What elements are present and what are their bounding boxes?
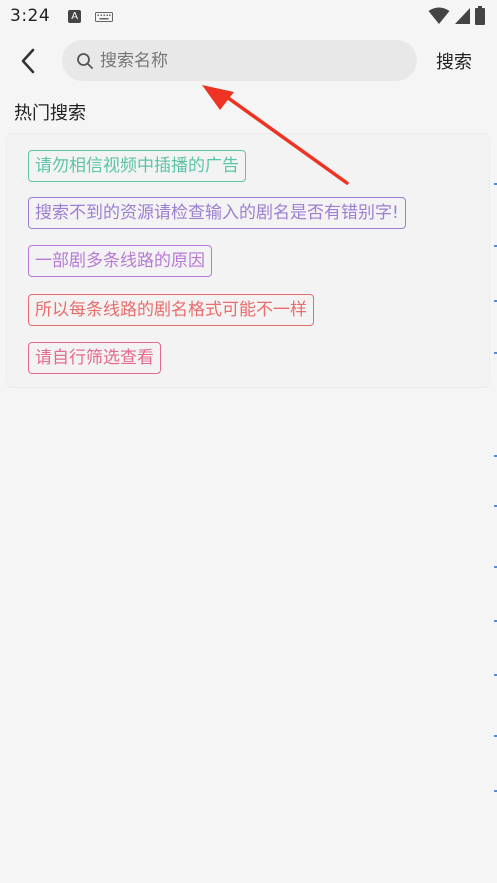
search-button[interactable]: 搜索 (436, 48, 472, 74)
battery-icon (475, 6, 485, 25)
status-time: 3:24 (10, 6, 51, 26)
hot-search-tag[interactable]: 一部剧多条线路的原因 (28, 245, 212, 277)
hot-search-tag[interactable]: 所以每条线路的剧名格式可能不一样 (28, 294, 314, 326)
status-indicators (428, 6, 485, 25)
hot-search-tag[interactable]: 搜索不到的资源请检查输入的剧名是否有错别字! (28, 197, 406, 229)
back-button[interactable] (12, 44, 44, 78)
hot-search-tag[interactable]: 请勿相信视频中插播的广告 (28, 150, 246, 182)
signal-icon (455, 7, 470, 24)
chevron-left-icon (21, 48, 35, 74)
app-notification-icon: A (68, 9, 82, 23)
keyboard-icon (95, 12, 114, 22)
search-icon (77, 52, 93, 69)
search-toolbar: 搜索 (0, 40, 497, 82)
search-input[interactable] (98, 49, 392, 72)
search-field[interactable] (62, 40, 417, 81)
screen-edge-marks (493, 0, 497, 883)
wifi-icon (428, 7, 450, 24)
hot-search-tag[interactable]: 请自行筛选查看 (28, 342, 161, 374)
status-bar: 3:24 A (0, 0, 497, 32)
hot-search-title: 热门搜索 (14, 103, 86, 124)
hot-search-tags: 请勿相信视频中插播的广告 搜索不到的资源请检查输入的剧名是否有错别字! 一部剧多… (6, 133, 490, 388)
